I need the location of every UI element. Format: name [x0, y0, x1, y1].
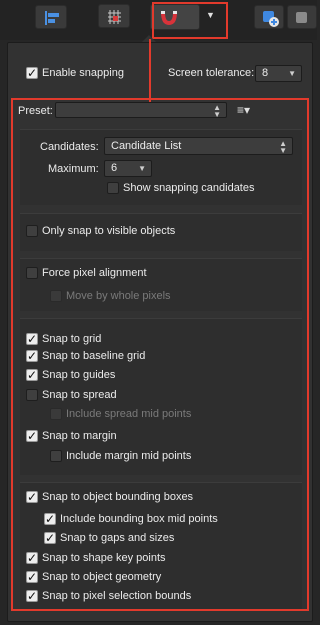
snap-spread-checkbox[interactable] — [26, 389, 38, 401]
bbox-mid-checkbox[interactable]: ✓ — [44, 513, 56, 525]
option-label: Snap to baseline grid — [42, 350, 146, 362]
chevron-down-icon: ▼ — [138, 164, 146, 173]
snap-baseline-checkbox[interactable]: ✓ — [26, 350, 38, 362]
candidates-value: Candidate List — [111, 140, 182, 152]
enable-snapping-label: Enable snapping — [42, 67, 124, 79]
grid-icon — [108, 10, 121, 24]
grid-button[interactable] — [98, 4, 130, 28]
annotation-arrow-line — [149, 39, 151, 106]
candidates-select[interactable]: Candidate List ▲ ▼ — [104, 137, 293, 155]
align-left-icon — [45, 11, 59, 25]
toolbar: ▼ — [0, 0, 317, 40]
align-button[interactable] — [35, 5, 67, 29]
option-label: Snap to object bounding boxes — [42, 491, 194, 503]
maximum-label: Maximum: — [48, 163, 99, 175]
option-label: Only snap to visible objects — [42, 225, 176, 237]
overflow-button[interactable] — [287, 5, 317, 29]
maximum-select[interactable]: 6 ▼ — [104, 160, 152, 177]
snapping-highlight-box — [152, 2, 228, 39]
option-label: Force pixel alignment — [42, 267, 147, 279]
preset-select[interactable]: ▲ ▼ — [55, 102, 227, 119]
pixel-section — [20, 258, 302, 311]
option-label: Snap to spread — [42, 389, 117, 401]
gaps-sizes-checkbox[interactable]: ✓ — [44, 532, 56, 544]
screen-tolerance-value: 8 — [262, 67, 269, 79]
margin-mid-checkbox[interactable] — [50, 450, 62, 462]
snap-guides-checkbox[interactable]: ✓ — [26, 369, 38, 381]
option-label: Snap to pixel selection bounds — [42, 590, 192, 602]
option-label: Snap to grid — [42, 333, 102, 345]
option-label: Include spread mid points — [66, 408, 192, 420]
snap-bbox-checkbox[interactable]: ✓ — [26, 491, 38, 503]
whole-pixels-checkbox[interactable] — [50, 290, 62, 302]
snap-margin-checkbox[interactable]: ✓ — [26, 430, 38, 442]
preset-menu-icon[interactable]: ≡▾ — [237, 103, 250, 117]
spread-mid-checkbox[interactable] — [50, 408, 62, 420]
preset-label: Preset: — [18, 105, 53, 117]
option-label: Include bounding box mid points — [60, 513, 218, 525]
enable-snapping-checkbox[interactable]: ✓ — [26, 67, 38, 79]
key-points-checkbox[interactable]: ✓ — [26, 552, 38, 564]
option-label: Snap to guides — [42, 369, 116, 381]
screen-tolerance-label: Screen tolerance: — [168, 67, 255, 79]
pixel-selection-checkbox[interactable]: ✓ — [26, 590, 38, 602]
option-label: Snap to margin — [42, 430, 117, 442]
screen-tolerance-select[interactable]: 8 ▼ — [255, 65, 302, 82]
chevron-updown-icon: ▲ ▼ — [279, 139, 287, 155]
option-label: Snap to object geometry — [42, 571, 162, 583]
insert-shape-icon — [263, 11, 279, 27]
force-pixel-checkbox[interactable] — [26, 267, 38, 279]
option-label: Move by whole pixels — [66, 290, 171, 302]
show-candidates-checkbox[interactable] — [107, 182, 119, 194]
show-candidates-label: Show snapping candidates — [123, 182, 255, 194]
chevron-down-icon: ▼ — [288, 69, 296, 78]
candidates-label: Candidates: — [40, 141, 99, 153]
option-label: Snap to gaps and sizes — [60, 532, 175, 544]
chevron-updown-icon: ▲ ▼ — [213, 103, 221, 119]
shape-icon — [296, 12, 307, 23]
maximum-value: 6 — [111, 162, 118, 174]
insert-button[interactable] — [254, 5, 284, 29]
object-geometry-checkbox[interactable]: ✓ — [26, 571, 38, 583]
only-visible-checkbox[interactable] — [26, 225, 38, 237]
snap-grid-checkbox[interactable]: ✓ — [26, 333, 38, 345]
option-label: Snap to shape key points — [42, 552, 166, 564]
option-label: Include margin mid points — [66, 450, 192, 462]
